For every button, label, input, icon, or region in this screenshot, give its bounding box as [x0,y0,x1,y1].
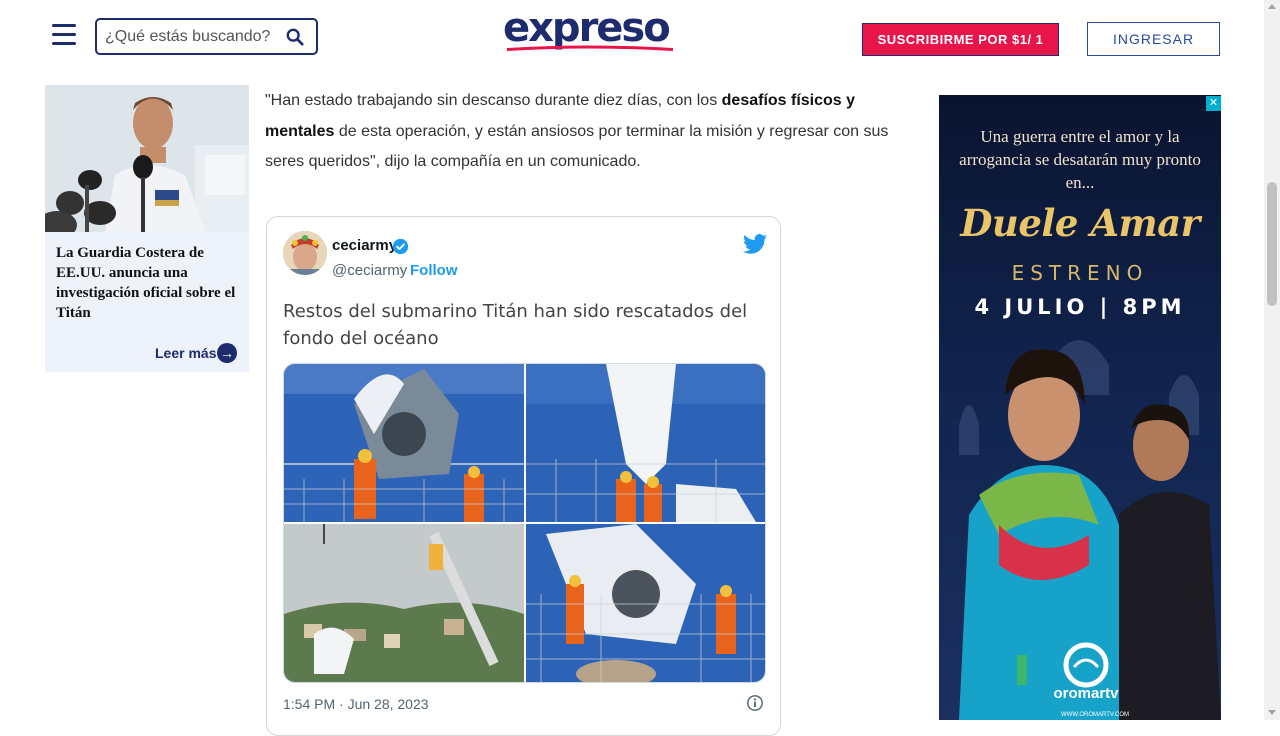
tweet-photo-1[interactable] [284,364,524,522]
page-scrollbar[interactable] [1264,0,1280,720]
ad-premiere-label: ESTRENO [1011,261,1149,285]
ad-show-title: Duele Amar [960,201,1200,245]
related-article-title[interactable]: La Guardia Costera de EE.UU. anuncia una… [56,243,241,323]
tweet-author-name[interactable]: ceciarmy [332,237,397,254]
scrollbar-thumb[interactable] [1267,182,1277,306]
ad-tagline: Una guerra entre el amor y la arrogancia… [959,127,1201,192]
scroll-up-arrow-icon[interactable] [1268,4,1276,9]
paragraph-text-end: de esta operación, y están ansiosos por … [265,122,889,171]
info-icon[interactable] [746,694,764,712]
search-box[interactable] [95,18,318,55]
site-header: expreso SUSCRIBIRME POR $1/ 1 MES INGRES… [0,0,1264,80]
embedded-tweet[interactable]: ceciarmy @ceciarmy · Follow Restos del s… [266,216,781,736]
ad-brand-url: WWW.OROMARTV.COM [1061,712,1129,718]
related-article-photo [45,85,249,232]
scroll-down-arrow-icon[interactable] [1268,710,1276,715]
login-button[interactable]: INGRESAR [1087,22,1220,56]
arrow-right-icon[interactable]: → [217,343,237,363]
logo-swoosh [507,45,673,51]
search-input[interactable] [105,26,275,48]
search-icon[interactable] [286,28,304,46]
verified-badge-icon [392,238,409,255]
ad-premiere-date: 4 JULIO | 8PM [974,295,1186,319]
follow-link[interactable]: Follow [410,262,458,279]
tweet-avatar[interactable] [283,231,327,275]
tweet-photo-grid [283,363,766,683]
subscribe-button[interactable]: SUSCRIBIRME POR $1/ 1 MES [862,23,1059,78]
tweet-author-handle[interactable]: @ceciarmy [332,262,407,279]
hamburger-menu-icon[interactable] [52,24,76,48]
twitter-bird-icon[interactable] [743,233,767,255]
read-more-link[interactable]: Leer más → [155,343,243,365]
tweet-photo-2[interactable] [526,364,765,522]
tweet-text: Restos del submarino Titán han sido resc… [283,301,748,349]
ad-close-icon[interactable]: ✕ [1206,96,1221,111]
article-paragraph: "Han estado trabajando sin descanso dura… [265,86,895,178]
read-more-label[interactable]: Leer más [155,345,216,361]
tweet-photo-3[interactable] [284,524,524,682]
tweet-timestamp[interactable]: 1:54 PM · Jun 28, 2023 [283,696,429,712]
paragraph-text-start: "Han estado trabajando sin descanso dura… [265,92,722,109]
advertisement-banner[interactable]: Una guerra entre el amor y la arrogancia… [939,95,1221,720]
tweet-photo-4[interactable] [526,524,765,682]
handle-separator: · [400,262,405,279]
ad-brand-name: oromartv [1053,685,1119,702]
related-article-card[interactable]: La Guardia Costera de EE.UU. anuncia una… [45,85,249,372]
expreso-logo[interactable]: expreso [503,6,678,56]
